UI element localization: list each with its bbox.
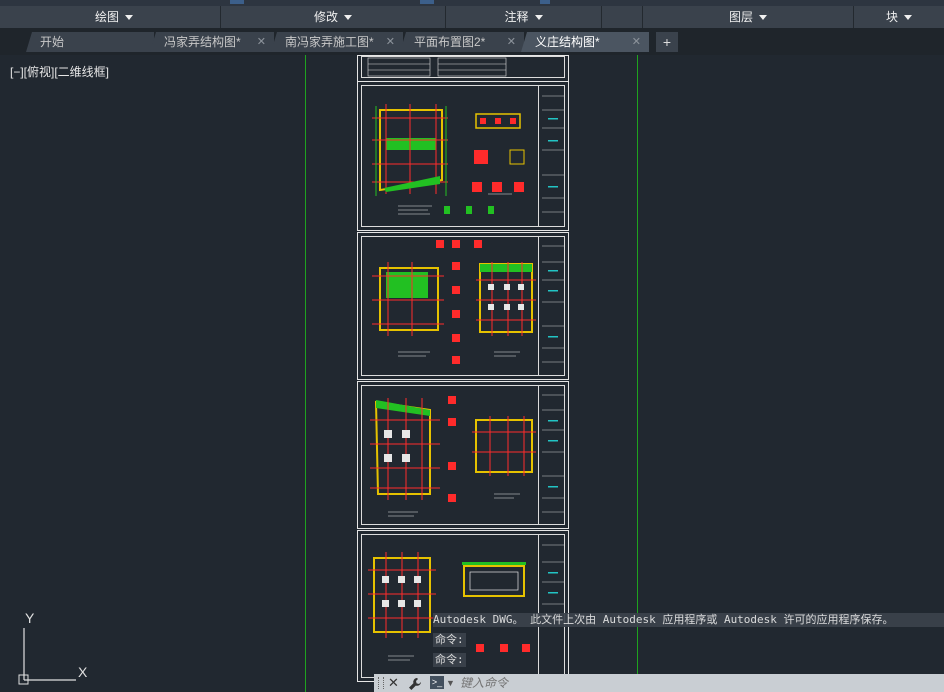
drawing-sheet[interactable] <box>357 232 569 380</box>
ribbon-icon[interactable] <box>230 0 244 4</box>
chevron-down-icon <box>125 15 133 21</box>
panel-modify[interactable]: 修改 <box>221 6 446 28</box>
tab-start[interactable]: 开始 <box>26 32 154 52</box>
tab-label: 开始 <box>40 35 65 49</box>
chevron-down-icon[interactable]: ▼ <box>446 674 455 692</box>
guide-line <box>305 55 306 692</box>
command-prompt-icon[interactable]: >_ <box>430 676 444 689</box>
close-icon[interactable]: ✕ <box>386 32 395 52</box>
tab-label: 冯家弄结构图* <box>164 35 241 49</box>
command-history-line: 命令: <box>433 633 466 647</box>
panel-block-label: 块 <box>885 10 898 24</box>
ribbon-icon[interactable] <box>540 0 550 4</box>
chevron-down-icon <box>534 15 543 21</box>
plus-icon: + <box>662 34 672 50</box>
panel-layers-label: 图层 <box>728 10 753 24</box>
drawing-sheet[interactable] <box>357 381 569 529</box>
close-icon[interactable]: ✕ <box>257 32 266 52</box>
tab-yizhuang-structure[interactable]: 义庄结构图* ✕ <box>521 32 649 52</box>
ribbon-icon[interactable] <box>420 0 434 4</box>
panel-layers[interactable]: 图层 <box>643 6 854 28</box>
viewport-controls-label[interactable]: [−][俯视][二维线框] <box>10 63 109 80</box>
command-input[interactable] <box>460 675 930 691</box>
drag-handle-icon[interactable] <box>378 677 384 689</box>
panel-block[interactable]: 块 <box>854 6 944 28</box>
panel-draw[interactable]: 绘图 <box>8 6 221 28</box>
wrench-icon[interactable] <box>408 674 422 692</box>
sheet-inner-frame <box>361 85 565 227</box>
close-icon[interactable]: ✕ <box>388 674 399 692</box>
sheet-title-block <box>538 385 565 525</box>
new-tab-button[interactable]: + <box>656 32 678 52</box>
drawing-sheet[interactable] <box>357 81 569 231</box>
command-history-line: 命令: <box>433 653 466 667</box>
sheet-title-block <box>538 236 565 376</box>
file-tab-bar: 开始 冯家弄结构图* ✕ 南冯家弄施工图* ✕ 平面布置图2* ✕ 义庄结构图*… <box>0 28 944 55</box>
sheet-inner-frame <box>361 236 565 376</box>
close-icon[interactable]: ✕ <box>507 32 516 52</box>
command-line-bar: ✕ >_ ▼ <box>374 674 944 692</box>
panel-draw-label: 绘图 <box>94 10 119 24</box>
tab-plan-layout-2[interactable]: 平面布置图2* ✕ <box>400 32 524 52</box>
panel-annotate[interactable]: 注释 <box>446 6 602 28</box>
sheet-title-block <box>538 85 565 227</box>
ucs-y-label: Y <box>25 610 35 626</box>
panel-spacer <box>602 6 643 28</box>
close-icon[interactable]: ✕ <box>632 32 641 52</box>
panel-modify-label: 修改 <box>313 10 338 24</box>
chevron-down-icon <box>904 15 912 21</box>
chevron-down-icon <box>759 15 767 21</box>
ribbon-panel-bar: 绘图 修改 注释 图层 块 <box>0 6 944 29</box>
tab-label: 南冯家弄施工图* <box>285 35 374 49</box>
panel-annotate-label: 注释 <box>504 10 529 24</box>
command-history-line: Autodesk DWG。 此文件上次由 Autodesk 应用程序或 Auto… <box>433 613 944 627</box>
drawing-sheet[interactable] <box>357 55 569 82</box>
tab-fengjianong-structure[interactable]: 冯家弄结构图* ✕ <box>150 32 274 52</box>
sheet-inner-frame <box>361 385 565 525</box>
tab-label: 义庄结构图* <box>535 35 600 49</box>
ucs-x-label: X <box>78 664 88 680</box>
tab-nanfengjianong-construction[interactable]: 南冯家弄施工图* ✕ <box>271 32 403 52</box>
guide-line <box>637 55 638 692</box>
tab-label: 平面布置图2* <box>414 35 486 49</box>
chevron-down-icon <box>344 15 352 21</box>
sheet-inner-frame <box>361 56 565 78</box>
sheet-title-block <box>538 534 565 678</box>
